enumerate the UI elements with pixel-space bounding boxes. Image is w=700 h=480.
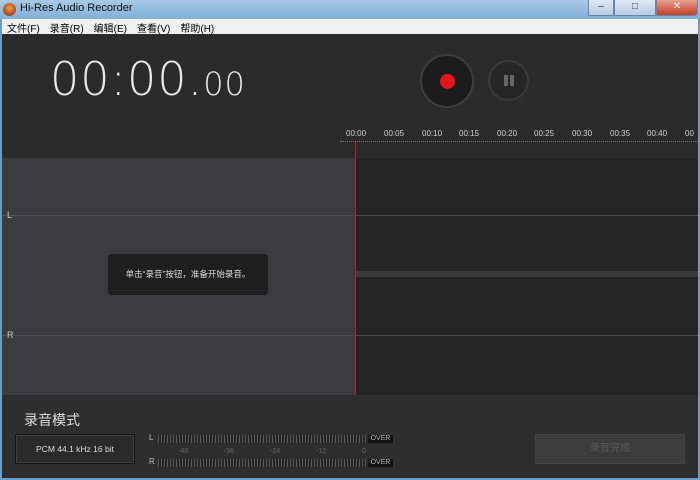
meter-scale: 0 [362,448,366,455]
title-bar: Hi-Res Audio Recorder – □ ✕ [0,0,700,19]
ruler-tick: 00:35 [610,129,631,138]
right-channel-label: R [7,330,14,340]
bottom-panel: 录音模式 PCM 44.1 kHz 16 bit L OVER -48 -36 … [2,395,698,478]
left-channel-centerline [2,215,698,216]
format-button[interactable]: PCM 44.1 kHz 16 bit [15,434,135,464]
channel-separator [355,271,698,277]
right-channel-centerline [2,335,698,336]
menu-record[interactable]: 录音(R) [45,19,89,35]
menu-bar: 文件(F) 录音(R) 编辑(E) 查看(V) 帮助(H) [2,19,698,35]
ruler-tick: 00:10 [422,129,443,138]
minimize-button[interactable]: – [588,0,614,16]
record-button[interactable] [420,54,474,108]
ruler-tick: 00:25 [534,129,555,138]
menu-view[interactable]: 查看(V) [132,19,175,35]
timer-fraction: 00 [203,65,246,103]
meter-scale: -24 [270,448,281,455]
main-panel: 00:00.00 00:00 00:05 00:10 00:15 00:20 0… [2,34,698,478]
time-ruler[interactable]: 00:00 00:05 00:10 00:15 00:20 00:25 00:3… [340,126,698,142]
waveform-tracks[interactable]: L R 单击“录音”按钮，准备开始录音。 [2,142,698,395]
pause-icon-bar [510,75,514,86]
menu-edit[interactable]: 编辑(E) [89,19,132,35]
menu-file[interactable]: 文件(F) [2,19,45,35]
ruler-tick: 00 [685,129,694,138]
meter-scale: -36 [224,448,235,455]
left-channel-label: L [7,210,13,220]
ruler-tick: 00:15 [459,129,480,138]
maximize-button[interactable]: □ [614,0,656,16]
menu-help[interactable]: 帮助(H) [175,19,219,35]
pause-icon [504,75,508,86]
ruler-tick: 00:20 [497,129,518,138]
meter-scale: -48 [178,448,189,455]
over-indicator-right: OVER [368,459,393,467]
pause-button[interactable] [488,60,529,101]
meter-scale: -12 [316,448,327,455]
recording-mode-label: 录音模式 [24,412,80,428]
timer-main: 00:00. [50,52,204,106]
app-icon [3,3,16,16]
meter-r-label: R [149,457,155,466]
record-icon [440,74,455,89]
ruler-tick: 00:30 [572,129,593,138]
ruler-tick: 00:40 [647,129,668,138]
tooltip: 单击“录音”按钮，准备开始录音。 [108,254,268,295]
level-meter-right [158,459,367,467]
level-meter-left [158,435,367,443]
ruler-tick: 00:00 [346,129,367,138]
playhead[interactable] [355,142,356,395]
over-indicator-left: OVER [368,435,393,443]
time-display: 00:00.00 [50,52,246,106]
window-title: Hi-Res Audio Recorder [20,2,133,14]
close-button[interactable]: ✕ [656,0,698,16]
meter-l-label: L [149,433,154,442]
finish-recording-button[interactable]: 录音完成 [535,434,685,464]
ruler-tick: 00:05 [384,129,405,138]
